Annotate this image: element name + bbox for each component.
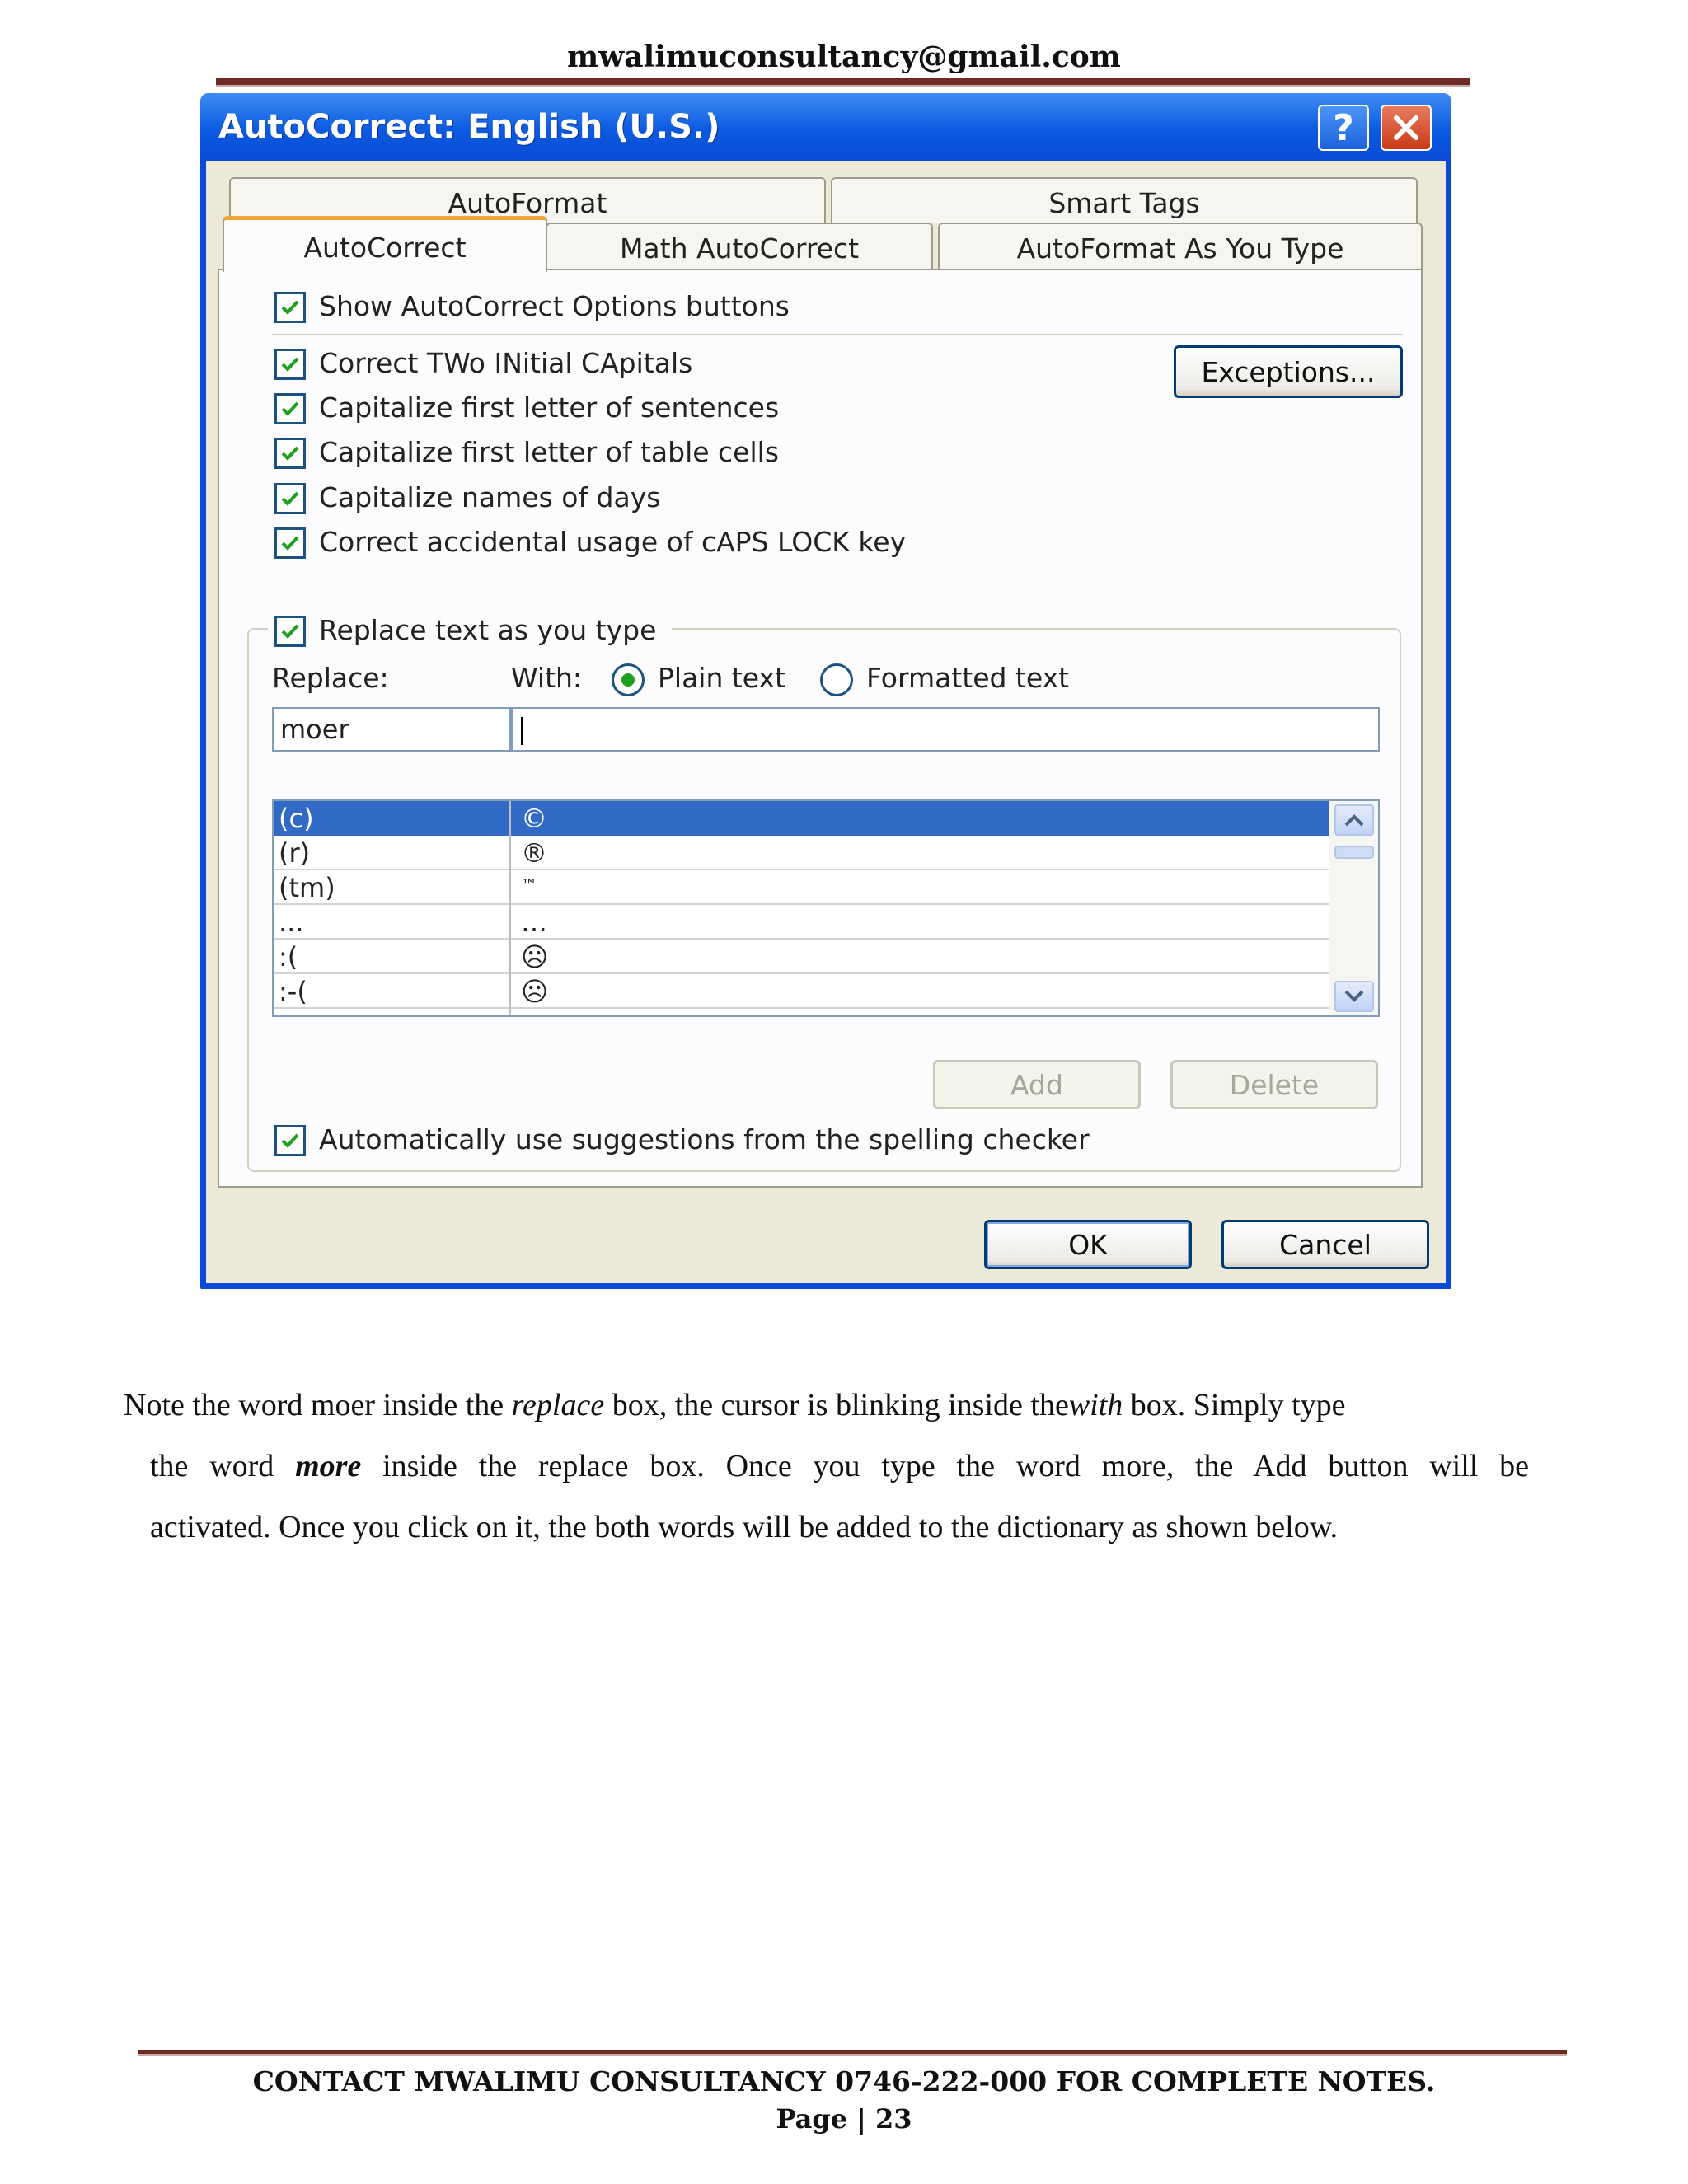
caps-lock-checkbox[interactable] xyxy=(274,527,306,559)
entry-with: © xyxy=(521,803,547,834)
plain-text-radio[interactable] xyxy=(612,663,645,696)
two-initial-caps-label: Correct TWo INitial CApitals xyxy=(319,347,693,379)
tab-autoformat-as-you-type[interactable]: AutoFormat As You Type xyxy=(938,223,1423,270)
chevron-down-icon xyxy=(1344,990,1364,1002)
radio-selected-dot xyxy=(621,673,635,687)
list-scrollbar[interactable] xyxy=(1329,801,1378,1015)
list-item[interactable]: (tm) ™ xyxy=(274,870,1329,905)
dialog-title: AutoCorrect: English (U.S.) xyxy=(218,108,720,146)
list-item[interactable]: (r) ® xyxy=(274,836,1329,870)
ok-button[interactable]: OK xyxy=(984,1220,1192,1269)
body-line-2: the word more inside the replace box. On… xyxy=(150,1449,1529,1483)
cap-days-label: Capitalize names of days xyxy=(319,481,661,513)
caps-lock-label: Correct accidental usage of cAPS LOCK ke… xyxy=(319,526,907,558)
column-divider xyxy=(509,801,511,1015)
checkmark-icon xyxy=(281,1133,299,1148)
footer-rule xyxy=(138,2050,1567,2056)
show-buttons-label: Show AutoCorrect Options buttons xyxy=(319,290,790,322)
body-line-3: activated. Once you click on it, the bot… xyxy=(150,1510,1339,1544)
dialog-titlebar[interactable]: AutoCorrect: English (U.S.) ? xyxy=(200,93,1451,161)
formatted-text-label: Formatted text xyxy=(866,662,1070,694)
header-rule xyxy=(216,78,1470,87)
header-email: mwalimuconsultancy@gmail.com xyxy=(567,40,1121,74)
replace-as-type-label: Replace text as you type xyxy=(319,614,657,646)
body-line-1: Note the word moer inside the replace bo… xyxy=(124,1388,1346,1422)
tab-smart-tags[interactable]: Smart Tags xyxy=(831,177,1418,223)
checkmark-icon xyxy=(281,536,299,551)
close-icon xyxy=(1394,115,1418,140)
checkmark-icon xyxy=(281,624,299,639)
delete-button[interactable]: Delete xyxy=(1170,1060,1378,1109)
entry-replace: :( xyxy=(279,941,298,972)
plain-text-label: Plain text xyxy=(658,662,785,694)
tab-autoformat-label: AutoFormat xyxy=(448,187,607,219)
with-label: With: xyxy=(511,662,583,694)
checkmark-icon xyxy=(281,401,299,416)
two-initial-caps-checkbox[interactable] xyxy=(274,349,306,380)
help-button[interactable]: ? xyxy=(1318,105,1369,151)
list-item[interactable]: (c) © xyxy=(274,801,1329,836)
text-cursor xyxy=(521,717,523,745)
spelling-suggestions-checkbox[interactable] xyxy=(274,1125,306,1156)
checkmark-icon xyxy=(281,491,299,506)
autocorrect-entries-list[interactable]: (c) © (r) ® (tm) ™ ... … :( ☹ :-( ☹ xyxy=(272,799,1380,1017)
entry-with: ☹ xyxy=(521,976,549,1007)
spelling-suggestions-label: Automatically use suggestions from the s… xyxy=(319,1123,1090,1155)
list-item[interactable]: :-( ☹ xyxy=(274,974,1329,1009)
cap-table-cells-label: Capitalize first letter of table cells xyxy=(319,436,780,468)
show-buttons-checkbox[interactable] xyxy=(274,292,306,323)
exceptions-button[interactable]: Exceptions... xyxy=(1174,345,1403,398)
options-separator xyxy=(272,334,1403,335)
entry-with: ® xyxy=(521,837,547,869)
replace-as-type-checkbox[interactable] xyxy=(274,616,306,647)
entry-with: ☹ xyxy=(521,941,549,972)
scroll-thumb[interactable] xyxy=(1334,846,1374,859)
list-item[interactable]: :( ☹ xyxy=(274,940,1329,974)
tab-math-autocorrect-label: Math AutoCorrect xyxy=(619,232,860,265)
cap-sentences-label: Capitalize first letter of sentences xyxy=(319,391,780,424)
entry-replace: (r) xyxy=(279,837,311,869)
with-input[interactable] xyxy=(511,707,1380,752)
cap-sentences-checkbox[interactable] xyxy=(274,393,306,424)
tab-autoformat-as-you-type-label: AutoFormat As You Type xyxy=(1016,232,1344,265)
entry-with: ™ xyxy=(521,875,537,895)
cap-days-checkbox[interactable] xyxy=(274,483,306,514)
formatted-text-radio[interactable] xyxy=(820,663,853,696)
cap-table-cells-checkbox[interactable] xyxy=(274,438,306,469)
page-number: Page | 23 xyxy=(776,2103,912,2135)
replace-label: Replace: xyxy=(272,662,389,694)
tab-math-autocorrect[interactable]: Math AutoCorrect xyxy=(546,223,933,270)
scroll-up-button[interactable] xyxy=(1334,804,1374,836)
checkmark-icon xyxy=(281,300,299,315)
footer-contact: CONTACT MWALIMU CONSULTANCY 0746-222-000… xyxy=(252,2065,1436,2097)
chevron-up-icon xyxy=(1344,814,1364,827)
checkmark-icon xyxy=(281,446,299,461)
scroll-down-button[interactable] xyxy=(1334,981,1374,1012)
list-item[interactable]: ... … xyxy=(274,905,1329,940)
tab-autocorrect[interactable]: AutoCorrect xyxy=(223,216,547,272)
entry-replace: (c) xyxy=(279,803,314,834)
close-button[interactable] xyxy=(1381,105,1432,151)
tab-smart-tags-label: Smart Tags xyxy=(1048,187,1200,219)
cancel-button[interactable]: Cancel xyxy=(1221,1220,1429,1269)
replace-input[interactable]: moer xyxy=(272,707,511,752)
entry-replace: ... xyxy=(279,907,304,938)
entry-replace: :-( xyxy=(279,976,307,1007)
entry-replace: (tm) xyxy=(279,872,335,903)
entry-with: … xyxy=(521,907,547,938)
tab-autocorrect-label: AutoCorrect xyxy=(303,232,467,264)
add-button[interactable]: Add xyxy=(933,1060,1141,1109)
checkmark-icon xyxy=(281,357,299,372)
